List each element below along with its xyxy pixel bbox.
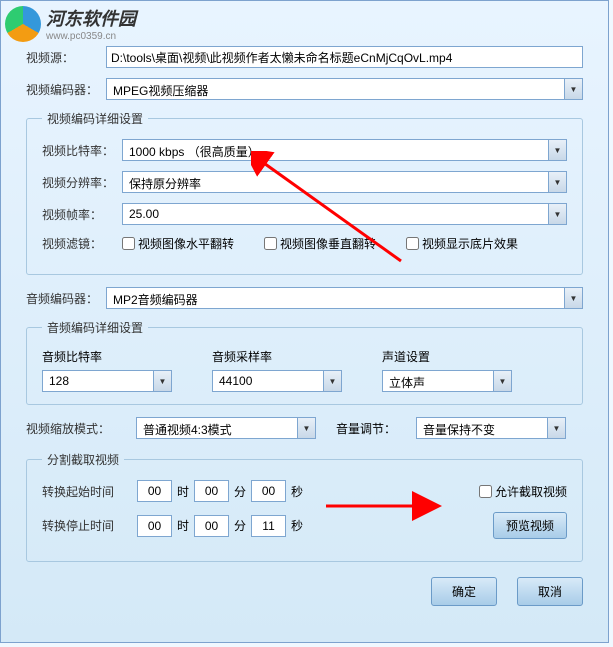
video-encoder-select[interactable]: MPEG视频压缩器 ▼ bbox=[106, 78, 583, 100]
flip-horizontal-label: 视频图像水平翻转 bbox=[138, 235, 234, 252]
audio-bitrate-value: 128 bbox=[43, 371, 153, 391]
watermark-overlay: 河东软件园 www.pc0359.cn bbox=[0, 0, 141, 47]
audio-channel-label: 声道设置 bbox=[382, 348, 512, 365]
flip-vertical-label: 视频图像垂直翻转 bbox=[280, 235, 376, 252]
cancel-button[interactable]: 取消 bbox=[517, 577, 583, 606]
chevron-down-icon[interactable]: ▼ bbox=[297, 418, 315, 438]
video-bitrate-label: 视频比特率： bbox=[42, 142, 122, 159]
video-source-input[interactable] bbox=[106, 46, 583, 68]
audio-detail-legend: 音频编码详细设置 bbox=[42, 319, 148, 336]
audio-samplerate-select[interactable]: 44100 ▼ bbox=[212, 370, 342, 392]
audio-channel-select[interactable]: 立体声 ▼ bbox=[382, 370, 512, 392]
video-resolution-value: 保持原分辨率 bbox=[123, 172, 548, 192]
negative-effect-label: 视频显示底片效果 bbox=[422, 235, 518, 252]
stop-min-input[interactable] bbox=[194, 515, 229, 537]
video-framerate-value: 25.00 bbox=[123, 204, 548, 224]
preview-video-button[interactable]: 预览视频 bbox=[493, 512, 567, 539]
min-unit-label: 分 bbox=[234, 517, 246, 534]
negative-effect-checkbox[interactable] bbox=[406, 237, 419, 250]
start-time-label: 转换起始时间 bbox=[42, 483, 132, 500]
video-source-label: 视频源： bbox=[26, 49, 106, 66]
start-min-input[interactable] bbox=[194, 480, 229, 502]
audio-encoder-select[interactable]: MP2音频编码器 ▼ bbox=[106, 287, 583, 309]
stop-hour-input[interactable] bbox=[137, 515, 172, 537]
volume-select[interactable]: 音量保持不变 ▼ bbox=[416, 417, 566, 439]
stop-time-label: 转换停止时间 bbox=[42, 517, 132, 534]
allow-cut-checkbox[interactable] bbox=[479, 485, 492, 498]
ok-button[interactable]: 确定 bbox=[431, 577, 497, 606]
watermark-url: www.pc0359.cn bbox=[46, 31, 136, 42]
chevron-down-icon[interactable]: ▼ bbox=[548, 172, 566, 192]
video-bitrate-select[interactable]: 1000 kbps （很高质量） ▼ bbox=[122, 139, 567, 161]
video-framerate-select[interactable]: 25.00 ▼ bbox=[122, 203, 567, 225]
video-resolution-label: 视频分辨率： bbox=[42, 174, 122, 191]
chevron-down-icon[interactable]: ▼ bbox=[493, 371, 511, 391]
volume-label: 音量调节： bbox=[336, 420, 396, 437]
chevron-down-icon[interactable]: ▼ bbox=[153, 371, 171, 391]
chevron-down-icon[interactable]: ▼ bbox=[548, 204, 566, 224]
stop-sec-input[interactable] bbox=[251, 515, 286, 537]
audio-samplerate-value: 44100 bbox=[213, 371, 323, 391]
chevron-down-icon[interactable]: ▼ bbox=[548, 140, 566, 160]
audio-encoder-label: 音频编码器： bbox=[26, 290, 106, 307]
watermark-logo-icon bbox=[5, 6, 41, 42]
sec-unit-label: 秒 bbox=[291, 517, 303, 534]
audio-bitrate-select[interactable]: 128 ▼ bbox=[42, 370, 172, 392]
watermark-title: 河东软件园 bbox=[46, 5, 136, 31]
audio-samplerate-label: 音频采样率 bbox=[212, 348, 342, 365]
volume-value: 音量保持不变 bbox=[417, 418, 547, 438]
video-framerate-label: 视频帧率： bbox=[42, 206, 122, 223]
video-detail-fieldset: 视频编码详细设置 视频比特率： 1000 kbps （很高质量） ▼ 视频分辨率… bbox=[26, 110, 583, 275]
video-bitrate-value: 1000 kbps （很高质量） bbox=[123, 140, 548, 160]
start-hour-input[interactable] bbox=[137, 480, 172, 502]
video-filter-label: 视频滤镜： bbox=[42, 235, 122, 252]
video-encoder-value: MPEG视频压缩器 bbox=[107, 79, 564, 99]
video-scale-select[interactable]: 普通视频4:3模式 ▼ bbox=[136, 417, 316, 439]
audio-encoder-value: MP2音频编码器 bbox=[107, 288, 564, 308]
min-unit-label: 分 bbox=[234, 483, 246, 500]
allow-cut-label: 允许截取视频 bbox=[495, 483, 567, 500]
dialog-window: 视频源： 视频编码器： MPEG视频压缩器 ▼ 视频编码详细设置 视频比特率： … bbox=[0, 0, 609, 643]
chevron-down-icon[interactable]: ▼ bbox=[564, 288, 582, 308]
audio-detail-fieldset: 音频编码详细设置 音频比特率 128 ▼ 音频采样率 44100 ▼ 声道设置 … bbox=[26, 319, 583, 405]
video-resolution-select[interactable]: 保持原分辨率 ▼ bbox=[122, 171, 567, 193]
chevron-down-icon[interactable]: ▼ bbox=[564, 79, 582, 99]
audio-bitrate-label: 音频比特率 bbox=[42, 348, 172, 365]
flip-vertical-checkbox[interactable] bbox=[264, 237, 277, 250]
cut-video-legend: 分割截取视频 bbox=[42, 451, 124, 468]
flip-horizontal-checkbox[interactable] bbox=[122, 237, 135, 250]
video-encoder-label: 视频编码器： bbox=[26, 81, 106, 98]
hour-unit-label: 时 bbox=[177, 483, 189, 500]
sec-unit-label: 秒 bbox=[291, 483, 303, 500]
hour-unit-label: 时 bbox=[177, 517, 189, 534]
chevron-down-icon[interactable]: ▼ bbox=[323, 371, 341, 391]
video-scale-value: 普通视频4:3模式 bbox=[137, 418, 297, 438]
audio-channel-value: 立体声 bbox=[383, 371, 493, 391]
video-scale-label: 视频缩放模式： bbox=[26, 420, 116, 437]
start-sec-input[interactable] bbox=[251, 480, 286, 502]
video-detail-legend: 视频编码详细设置 bbox=[42, 110, 148, 127]
cut-video-fieldset: 分割截取视频 转换起始时间 时 分 秒 允许截取视频 转换停止时间 时 分 秒 … bbox=[26, 451, 583, 562]
chevron-down-icon[interactable]: ▼ bbox=[547, 418, 565, 438]
